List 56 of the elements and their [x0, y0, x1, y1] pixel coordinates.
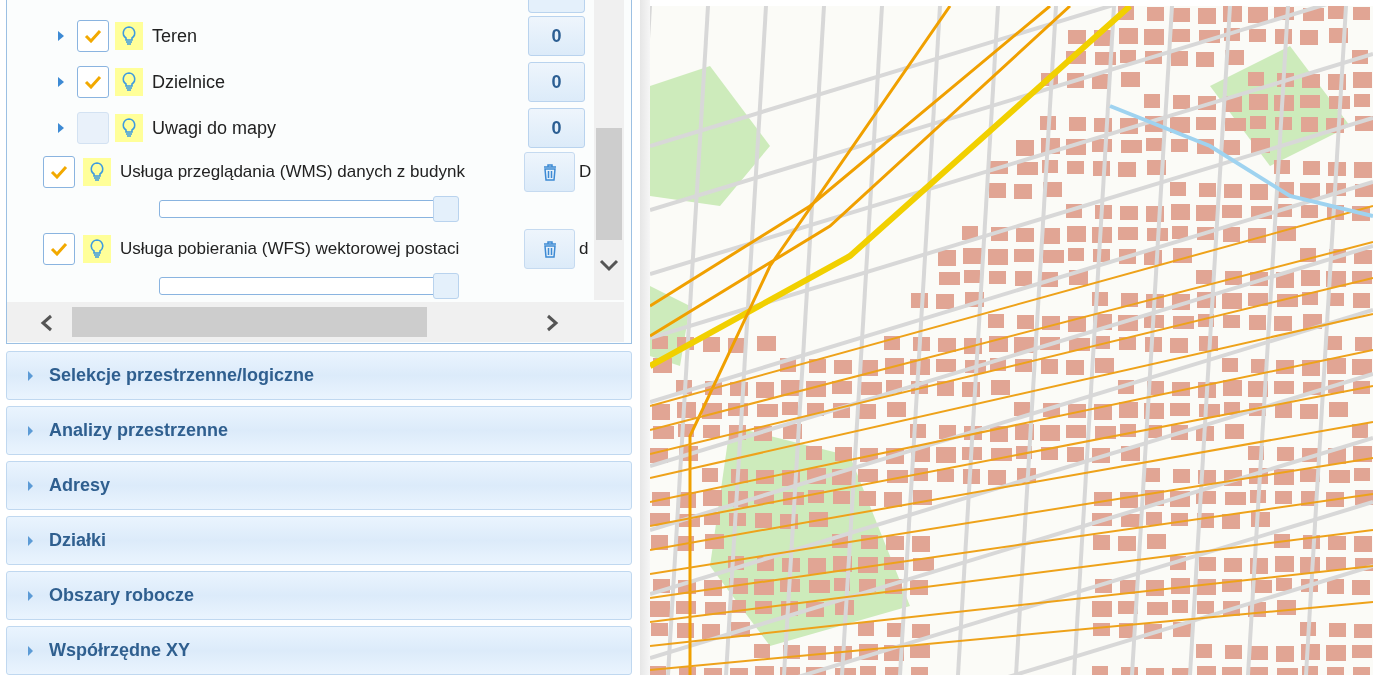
scroll-left-icon[interactable]: [39, 314, 55, 332]
layer-name: Usługa przeglądania (WMS) danych z budynk: [120, 161, 466, 184]
trash-icon: [541, 163, 558, 181]
lightbulb-icon[interactable]: [83, 158, 111, 186]
accordion-header[interactable]: Analizy przestrzenne: [6, 406, 632, 455]
checkmark-icon: [50, 165, 68, 179]
accordion-header[interactable]: Obszary robocze: [6, 571, 632, 620]
accordion-header[interactable]: Adresy: [6, 461, 632, 510]
checkmark-icon: [50, 242, 68, 256]
lightbulb-icon[interactable]: [115, 68, 143, 96]
checkbox[interactable]: [77, 20, 109, 52]
layer-name: Usługa pobierania (WFS) wektorowej postaci: [120, 238, 461, 261]
accordion-header[interactable]: Współrzędne XY: [6, 626, 632, 675]
trash-icon: [541, 240, 558, 258]
count-button[interactable]: 0: [528, 62, 585, 102]
count-button[interactable]: 0: [528, 16, 585, 56]
lightbulb-icon[interactable]: [115, 22, 143, 50]
delete-button[interactable]: [524, 152, 575, 192]
scrollbar-thumb[interactable]: [72, 307, 427, 337]
lightbulb-icon[interactable]: [83, 235, 111, 263]
scrollbar-thumb[interactable]: [596, 128, 622, 240]
expand-arrow-icon: [27, 479, 34, 492]
opacity-slider[interactable]: [159, 196, 459, 222]
checkmark-icon: [84, 29, 102, 43]
layer-name: d: [579, 238, 589, 261]
count-button[interactable]: 0: [528, 108, 585, 148]
checkbox[interactable]: [43, 156, 75, 188]
lightbulb-icon[interactable]: [115, 114, 143, 142]
scroll-down-icon[interactable]: [598, 258, 620, 272]
layer-name: Uwagi do mapy: [152, 116, 278, 140]
expand-arrow-icon: [27, 589, 34, 602]
checkbox[interactable]: [43, 233, 75, 265]
slider-thumb[interactable]: [433, 273, 459, 299]
layer-name: Dzielnice: [152, 70, 227, 94]
layer-name: Teren: [152, 24, 199, 48]
scroll-right-icon[interactable]: [544, 314, 560, 332]
layer-name: D: [579, 161, 592, 184]
horizontal-scrollbar[interactable]: [7, 302, 624, 342]
accordion-header[interactable]: Działki: [6, 516, 632, 565]
opacity-slider[interactable]: [159, 273, 459, 299]
panel-splitter[interactable]: [640, 0, 650, 675]
slider-thumb[interactable]: [433, 196, 459, 222]
expand-arrow-icon: [27, 534, 34, 547]
checkbox[interactable]: [77, 66, 109, 98]
expand-arrow-icon[interactable]: [57, 30, 65, 42]
expand-arrow-icon: [27, 424, 34, 437]
map-drawing[interactable]: [650, 6, 1373, 675]
expand-arrow-icon: [27, 644, 34, 657]
checkmark-icon: [84, 75, 102, 89]
expand-arrow-icon[interactable]: [57, 122, 65, 134]
vertical-scrollbar[interactable]: [594, 0, 624, 300]
delete-button[interactable]: [524, 229, 575, 269]
accordion-header[interactable]: Selekcje przestrzenne/logiczne: [6, 351, 632, 400]
expand-arrow-icon: [27, 369, 34, 382]
count-button[interactable]: [528, 0, 585, 13]
expand-arrow-icon[interactable]: [57, 76, 65, 88]
